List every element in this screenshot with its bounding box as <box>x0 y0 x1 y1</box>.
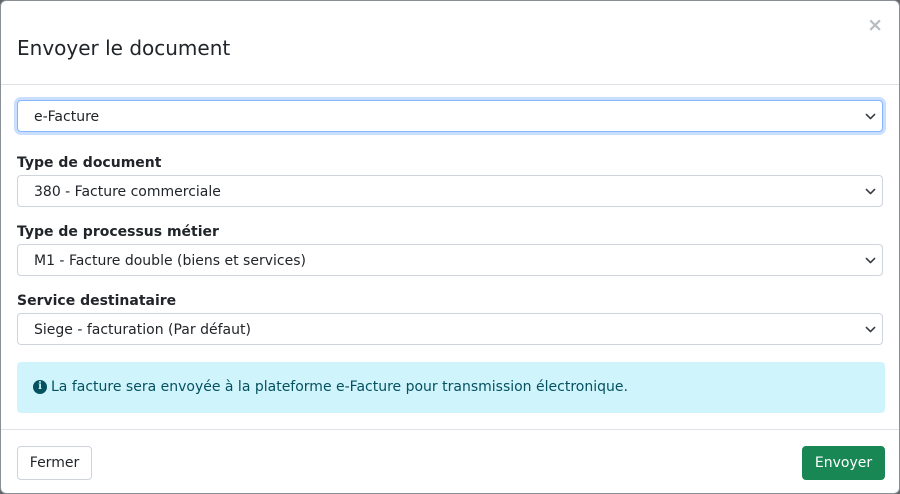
recipient-service-select-value: Siege - facturation (Par défaut) <box>34 322 251 338</box>
close-button[interactable]: Fermer <box>17 446 92 480</box>
chevron-down-icon <box>865 188 876 195</box>
document-type-label: Type de document <box>17 155 162 171</box>
send-document-dialog: Envoyer le document × e-Facture Type de … <box>0 0 900 494</box>
info-alert-text: La facture sera envoyée à la plateforme … <box>51 379 628 395</box>
close-icon[interactable]: × <box>867 15 883 35</box>
dialog-title: Envoyer le document <box>17 36 231 60</box>
document-type-select-value: 380 - Facture commerciale <box>34 184 221 200</box>
process-type-select[interactable]: M1 - Facture double (biens et services) <box>17 244 883 276</box>
chevron-down-icon <box>865 326 876 333</box>
chevron-down-icon <box>865 113 876 120</box>
platform-select[interactable]: e-Facture <box>17 100 883 132</box>
document-type-select[interactable]: 380 - Facture commerciale <box>17 175 883 207</box>
chevron-down-icon <box>865 257 876 264</box>
recipient-service-select[interactable]: Siege - facturation (Par défaut) <box>17 313 883 345</box>
info-alert: i La facture sera envoyée à la plateform… <box>17 362 885 413</box>
info-circle-icon: i <box>33 380 47 394</box>
send-button[interactable]: Envoyer <box>802 446 885 480</box>
recipient-service-label: Service destinataire <box>17 293 177 309</box>
process-type-label: Type de processus métier <box>17 224 219 240</box>
platform-select-value: e-Facture <box>34 109 100 125</box>
process-type-select-value: M1 - Facture double (biens et services) <box>34 253 306 269</box>
dialog-header: Envoyer le document × <box>1 1 899 85</box>
dialog-footer: Fermer Envoyer <box>1 429 899 493</box>
